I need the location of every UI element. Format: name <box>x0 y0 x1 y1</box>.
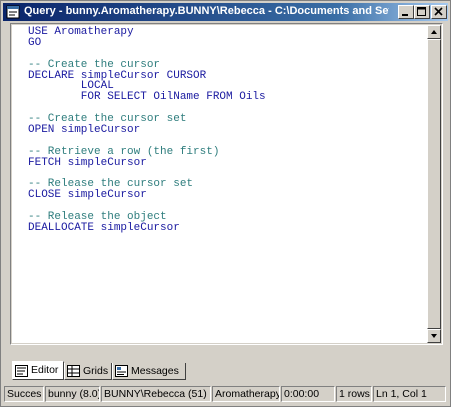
query-editor[interactable]: USE Aromatherapy GO -- Create the cursor DE… <box>12 25 427 343</box>
status-rows: 1 rows <box>336 386 372 402</box>
minimize-button[interactable] <box>398 5 414 19</box>
minimize-icon <box>402 14 408 16</box>
code-line: CLOSE simpleCursor <box>28 189 147 202</box>
tab-editor[interactable]: Editor <box>12 361 64 380</box>
tab-messages-label: Messages <box>131 365 179 377</box>
status-bar: Succes bunny (8.0) BUNNY\Rebecca (51) Ar… <box>3 385 448 403</box>
status-position: Ln 1, Col 1 <box>373 386 446 402</box>
code-line: USE Aromatherapy <box>28 26 134 38</box>
maximize-button[interactable] <box>414 5 430 19</box>
pane-tabs: Editor Grids Messages <box>10 361 310 381</box>
code-line: FETCH simpleCursor <box>28 156 147 169</box>
editor-frame: USE Aromatherapy GO -- Create the cursor DE… <box>10 23 443 345</box>
code-line: DEALLOCATE simpleCursor <box>28 222 180 235</box>
code-line: -- Create the cursor <box>28 58 161 71</box>
editor-icon <box>15 365 28 377</box>
maximize-icon <box>417 7 426 16</box>
tab-grids[interactable]: Grids <box>64 363 112 380</box>
title-bar[interactable]: Query - bunny.Aromatherapy.BUNNY\Rebecca… <box>3 3 448 21</box>
query-window-icon <box>6 5 20 19</box>
status-server: bunny (8.0) <box>45 386 100 402</box>
arrow-down-icon <box>431 334 437 338</box>
arrow-up-icon <box>431 30 437 34</box>
tab-grids-label: Grids <box>83 365 109 377</box>
code-line: FOR SELECT OilName FROM Oils <box>28 91 266 104</box>
tab-messages[interactable]: Messages <box>112 363 186 380</box>
status-elapsed: 0:00:00 <box>281 386 335 402</box>
messages-icon <box>115 365 128 377</box>
code-line: GO <box>28 36 42 49</box>
window-title: Query - bunny.Aromatherapy.BUNNY\Rebecca… <box>24 5 389 17</box>
status-database: Aromatherapy <box>212 386 280 402</box>
query-window: Query - bunny.Aromatherapy.BUNNY\Rebecca… <box>0 0 451 407</box>
status-user: BUNNY\Rebecca (51) <box>101 386 211 402</box>
status-result: Succes <box>4 386 44 402</box>
query-text: USE Aromatherapy GO -- Create the cursor DE… <box>28 27 266 234</box>
close-button[interactable] <box>431 5 447 19</box>
code-line: OPEN simpleCursor <box>28 124 141 137</box>
tab-editor-label: Editor <box>31 364 59 376</box>
scroll-thumb[interactable] <box>427 39 441 329</box>
vertical-scrollbar[interactable] <box>427 25 441 343</box>
close-icon <box>434 7 443 16</box>
grid-icon <box>67 365 80 377</box>
scroll-down-button[interactable] <box>427 329 441 343</box>
scroll-up-button[interactable] <box>427 25 441 39</box>
